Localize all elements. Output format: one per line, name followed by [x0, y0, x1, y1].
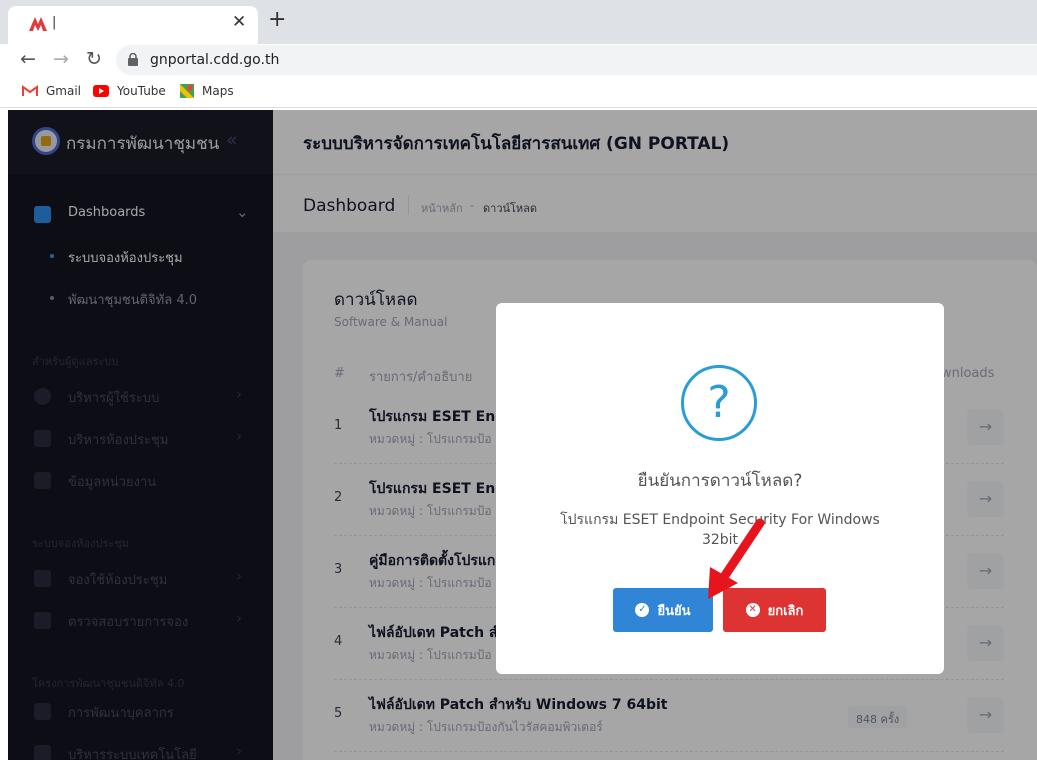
url-text: gnportal.cdd.go.th — [150, 52, 280, 68]
gmail-icon — [22, 85, 38, 96]
annotation-arrow-icon — [708, 518, 765, 599]
browser-tabstrip: | ✕ + — [0, 0, 1037, 44]
confirm-button-label: ยืนยัน — [657, 603, 691, 619]
site-logo-icon — [29, 17, 47, 31]
back-icon[interactable]: ← — [20, 48, 36, 70]
bookmark-label: Gmail — [46, 84, 82, 98]
close-circle-icon: ✕ — [745, 603, 760, 617]
close-tab-icon[interactable]: ✕ — [232, 12, 246, 32]
bookmark-maps[interactable]: Maps — [180, 84, 234, 98]
bookmark-label: Maps — [202, 84, 234, 98]
reload-icon[interactable]: ↻ — [86, 48, 102, 70]
check-circle-icon: ✓ — [635, 603, 650, 617]
dialog-title: ยืนยันการดาวน์โหลด? — [637, 471, 803, 491]
confirm-button[interactable]: ✓ ยืนยัน — [613, 588, 713, 632]
forward-icon[interactable]: → — [53, 48, 69, 70]
browser-tab[interactable]: | ✕ — [8, 6, 258, 44]
bookmark-gmail[interactable]: Gmail — [22, 84, 81, 98]
url-input[interactable]: gnportal.cdd.go.th — [116, 45, 1037, 75]
bookmarks-bar: Gmail YouTube Maps — [0, 76, 1037, 108]
new-tab-icon[interactable]: + — [268, 9, 286, 31]
youtube-icon — [93, 85, 109, 97]
tab-title: | — [52, 15, 57, 30]
lock-icon — [128, 53, 138, 66]
confirm-download-dialog: ? ยืนยันการดาวน์โหลด? โปรแกรม ESET Endpo… — [496, 303, 944, 674]
bookmark-youtube[interactable]: YouTube — [93, 84, 166, 98]
address-bar: ← → ↻ gnportal.cdd.go.th — [0, 44, 1037, 76]
maps-icon — [180, 84, 194, 98]
bookmark-label: YouTube — [117, 84, 166, 98]
question-icon: ? — [681, 365, 757, 441]
